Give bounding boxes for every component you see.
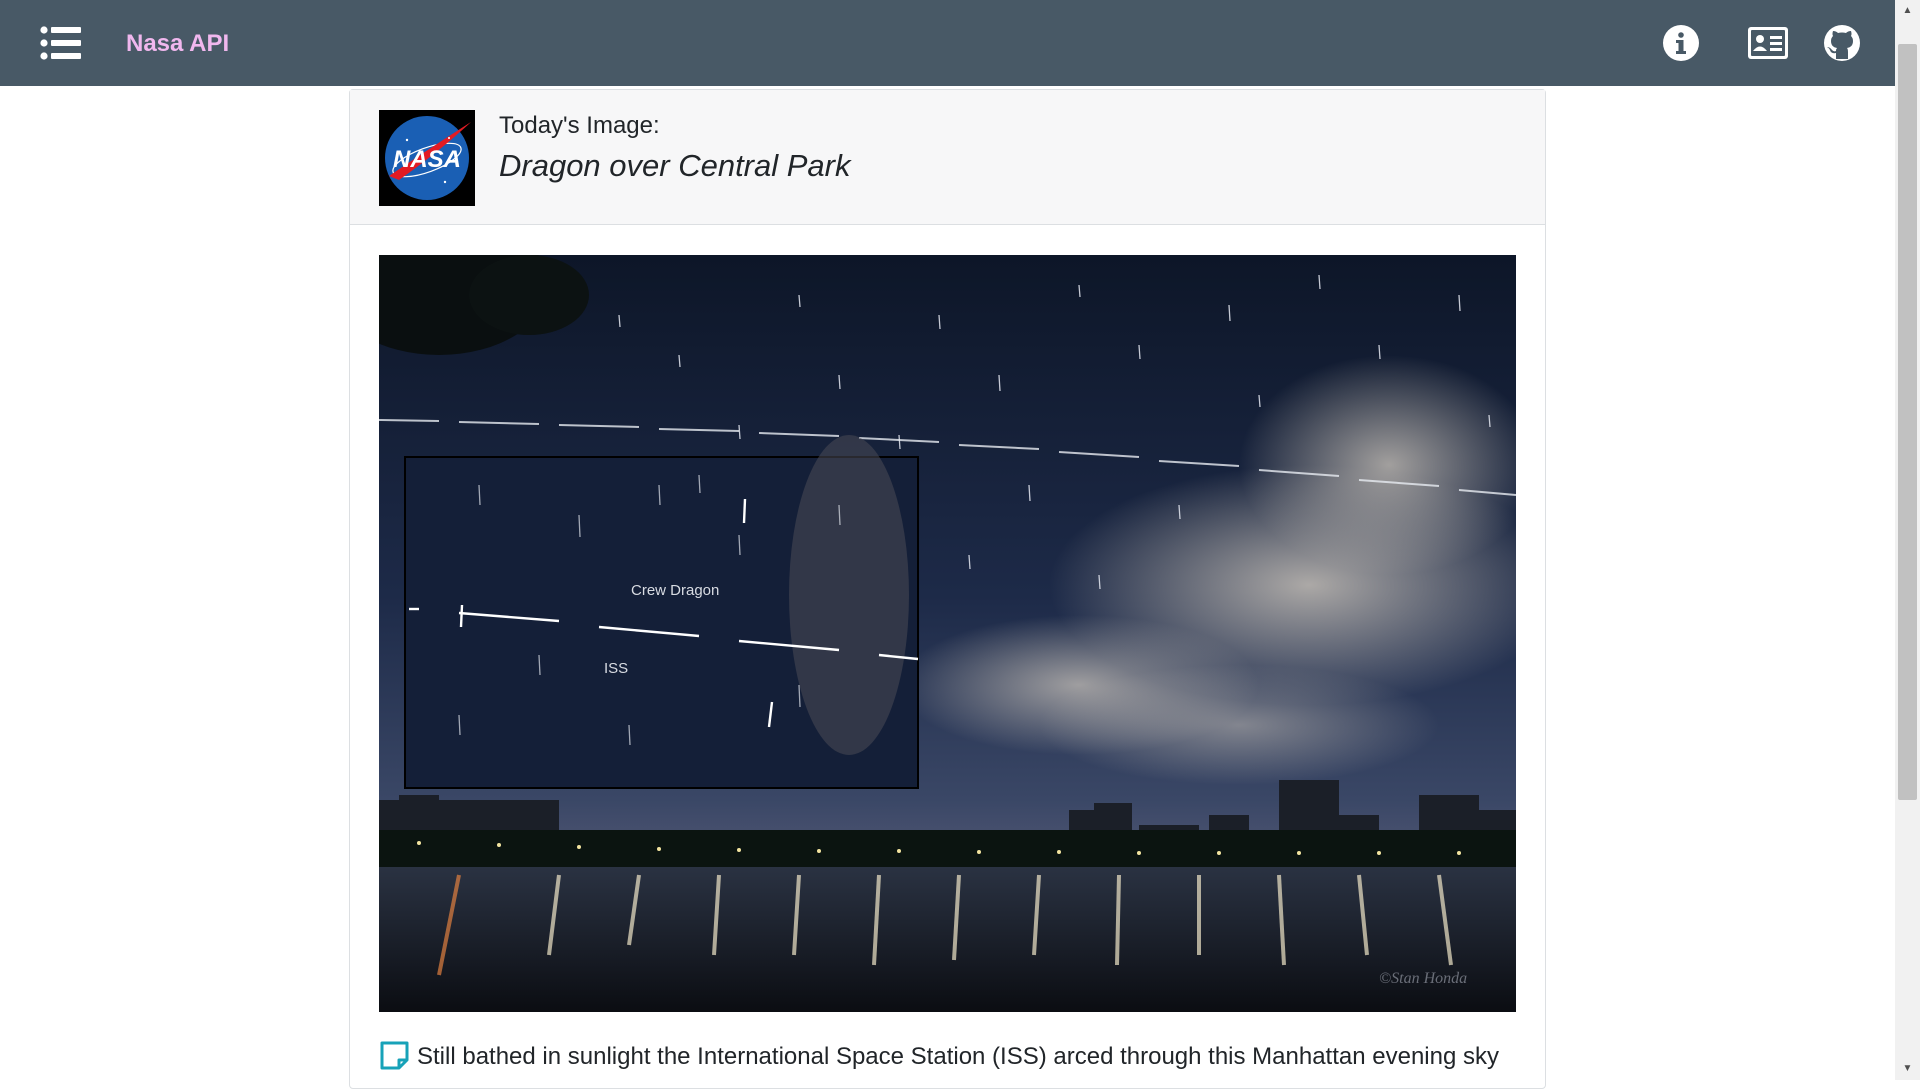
nasa-logo: NASA	[379, 110, 475, 206]
top-navbar: Nasa API	[0, 0, 1895, 86]
page-scrollbar[interactable]: ▲ ▼	[1895, 0, 1920, 1080]
iss-label: ISS	[604, 660, 628, 677]
list-icon[interactable]	[40, 24, 82, 62]
github-icon[interactable]	[1820, 22, 1864, 64]
crew-dragon-label: Crew Dragon	[631, 582, 719, 599]
apod-image[interactable]: Crew Dragon ISS ©Stan Honda	[379, 255, 1516, 1012]
scroll-up-arrow-icon[interactable]: ▲	[1895, 0, 1920, 22]
scroll-thumb[interactable]	[1898, 44, 1917, 800]
photo-credit: ©Stan Honda	[1379, 970, 1467, 987]
today-image-label: Today's Image:	[499, 112, 660, 139]
image-title: Dragon over Central Park	[499, 148, 851, 183]
info-circle-icon[interactable]	[1659, 22, 1703, 64]
note-icon	[379, 1040, 410, 1071]
apod-card: NASA Today's Image: Dragon over Central …	[349, 89, 1546, 1089]
scroll-down-arrow-icon[interactable]: ▼	[1895, 1058, 1920, 1080]
image-description: Still bathed in sunlight the Internation…	[417, 1043, 1499, 1070]
card-header: NASA Today's Image: Dragon over Central …	[350, 90, 1545, 225]
nasa-logo-text: NASA	[393, 146, 461, 173]
brand-link[interactable]: Nasa API	[126, 30, 229, 58]
contact-card-icon[interactable]	[1746, 22, 1790, 64]
